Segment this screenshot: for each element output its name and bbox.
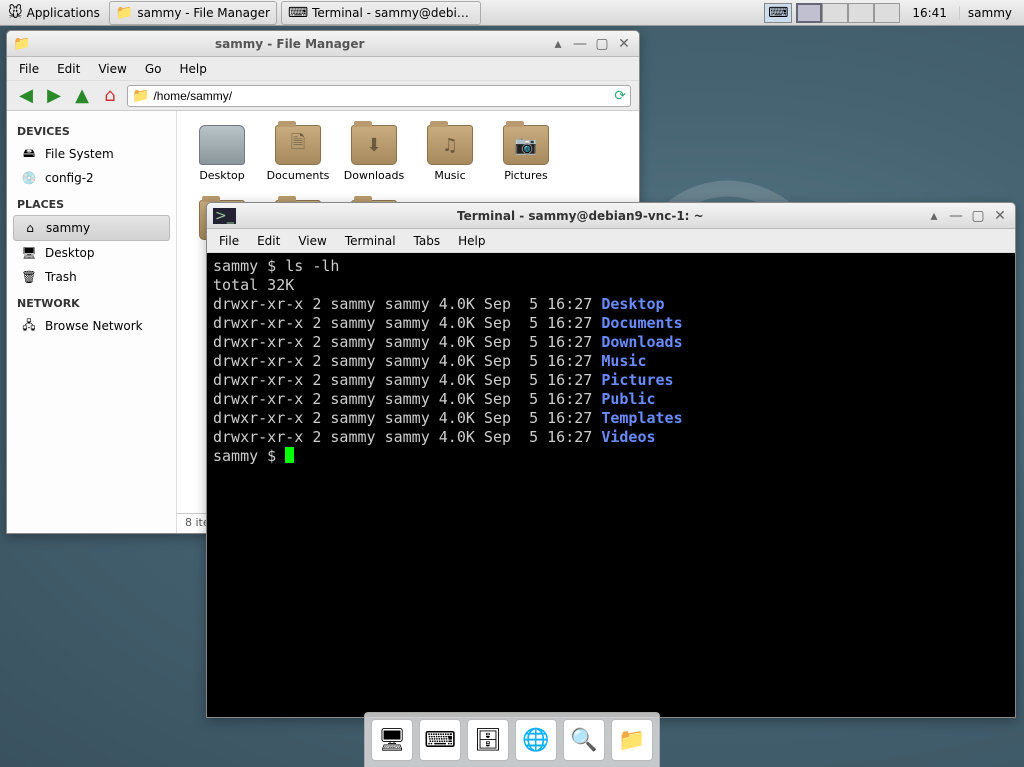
workspace-1[interactable] <box>796 3 822 23</box>
dock-item-archive[interactable]: 🗄 <box>467 719 509 761</box>
browser-icon: 🌐 <box>522 728 549 753</box>
close-button[interactable]: ✕ <box>991 207 1009 225</box>
folder-item-desktop[interactable]: Desktop <box>191 125 253 182</box>
terminal-menu-view[interactable]: View <box>290 231 334 251</box>
terminal-menubar: FileEditViewTerminalTabsHelp <box>207 229 1015 253</box>
folder-icon: 📁 <box>618 728 645 753</box>
terminal-icon: ⌨ <box>424 728 456 753</box>
folder-icon: ⬇ <box>351 125 397 165</box>
workspace-2[interactable] <box>822 3 848 23</box>
terminal-title: Terminal - sammy@debian9-vnc-1: ~ <box>236 209 925 223</box>
minimize-button[interactable]: — <box>947 207 965 225</box>
folder-icon: 🗎 <box>275 125 321 165</box>
clock[interactable]: 16:41 <box>904 6 955 20</box>
applications-menu-button[interactable]: 🐭 Applications <box>1 1 107 25</box>
workspace-switcher[interactable] <box>796 3 900 23</box>
file-manager-icon: 🖥 <box>378 728 406 753</box>
terminal-window: >_ Terminal - sammy@debian9-vnc-1: ~ ▴ —… <box>206 202 1016 718</box>
terminal-output[interactable]: sammy $ ls -lh total 32K drwxr-xr-x 2 sa… <box>207 253 1015 717</box>
workspace-4[interactable] <box>874 3 900 23</box>
terminal-titlebar[interactable]: >_ Terminal - sammy@debian9-vnc-1: ~ ▴ —… <box>207 203 1015 229</box>
desktop-icon <box>199 125 245 165</box>
terminal-menu-file[interactable]: File <box>211 231 247 251</box>
workspace-3[interactable] <box>848 3 874 23</box>
taskbar-task-terminal[interactable]: ⌨ Terminal - sammy@debian9-vnc... <box>281 1 481 25</box>
terminal-menu-terminal[interactable]: Terminal <box>337 231 404 251</box>
terminal-menu-tabs[interactable]: Tabs <box>406 231 449 251</box>
terminal-menu-edit[interactable]: Edit <box>249 231 288 251</box>
taskbar-task-folder[interactable]: 📁 sammy - File Manager <box>109 1 277 25</box>
taskbar-task-label: Terminal - sammy@debian9-vnc... <box>312 6 474 20</box>
applications-label: Applications <box>27 6 100 20</box>
folder-icon: 📷 <box>503 125 549 165</box>
tray-terminal-icon[interactable]: ⌨ <box>764 3 792 23</box>
dock-item-search[interactable]: 🔍 <box>563 719 605 761</box>
user-menu-button[interactable]: sammy <box>959 6 1020 20</box>
dock-item-file-manager[interactable]: 🖥 <box>371 719 413 761</box>
archive-icon: 🗄 <box>474 728 502 753</box>
dock: 🖥 ⌨ 🗄 🌐 🔍 📁 <box>364 712 660 767</box>
folder-icon: ♫ <box>427 125 473 165</box>
taskbar-task-label: sammy - File Manager <box>137 6 270 20</box>
search-icon: 🔍 <box>570 728 597 753</box>
maximize-button[interactable]: ▢ <box>969 207 987 225</box>
folder-icon: 📁 <box>116 5 133 21</box>
terminal-icon: ⌨ <box>288 5 308 21</box>
dock-item-browser[interactable]: 🌐 <box>515 719 557 761</box>
rollup-button[interactable]: ▴ <box>925 207 943 225</box>
dock-item-folder[interactable]: 📁 <box>611 719 653 761</box>
mouse-icon: 🐭 <box>8 5 23 21</box>
dock-item-terminal[interactable]: ⌨ <box>419 719 461 761</box>
taskbar: 🐭 Applications 📁 sammy - File Manager ⌨ Ter… <box>0 0 1024 26</box>
system-tray: ⌨ 16:41 sammy <box>764 3 1024 23</box>
terminal-menu-help[interactable]: Help <box>450 231 493 251</box>
terminal-icon: >_ <box>213 208 236 224</box>
